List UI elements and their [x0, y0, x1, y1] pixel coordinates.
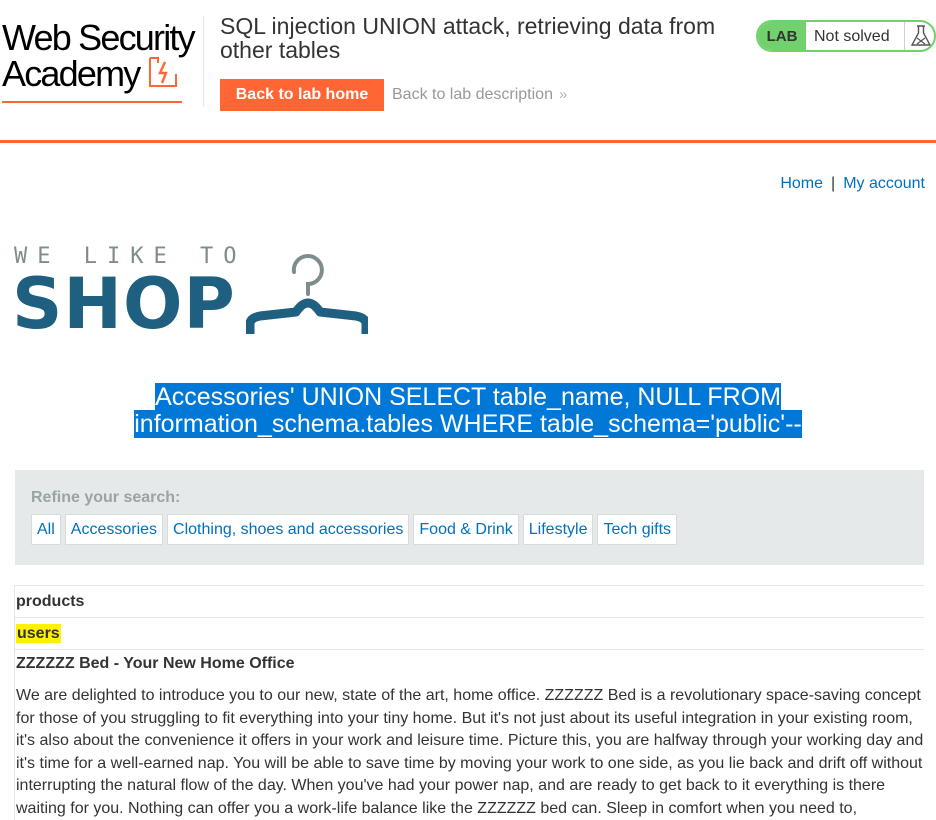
- academy-header: Web Security Academy SQL injection UNION…: [0, 0, 936, 143]
- search-heading-line-1: Accessories' UNION SELECT table_name, NU…: [155, 383, 781, 411]
- search-results-heading: Accessories' UNION SELECT table_name, NU…: [0, 383, 936, 438]
- filter-clothing[interactable]: Clothing, shoes and accessories: [167, 514, 410, 545]
- table-cell-highlighted: users: [16, 624, 61, 643]
- nav-separator: |: [831, 175, 836, 192]
- back-to-lab-home-button[interactable]: Back to lab home: [220, 79, 384, 111]
- shop-logo: WE LIKE TO SHOP: [12, 240, 374, 344]
- back-to-lab-description-link[interactable]: Back to lab description »: [392, 86, 567, 104]
- filter-all[interactable]: All: [31, 514, 61, 545]
- filter-accessories[interactable]: Accessories: [64, 514, 164, 545]
- lightning-bolt-icon: [149, 57, 177, 87]
- nav-home-link[interactable]: Home: [780, 175, 823, 192]
- filter-list: All Accessories Clothing, shoes and acce…: [31, 514, 678, 545]
- product-description: We are delighted to introduce you to our…: [16, 687, 924, 817]
- lab-status-tag: LAB: [758, 22, 806, 50]
- table-cell: products: [16, 593, 85, 610]
- search-heading-line-2: information_schema.tables WHERE table_sc…: [134, 410, 802, 438]
- flask-icon-cell: [904, 22, 934, 50]
- product-title: ZZZZZZ Bed - Your New Home Office: [16, 655, 295, 672]
- lab-status-widget: LAB Not solved: [756, 20, 936, 52]
- filter-tech-gifts[interactable]: Tech gifts: [597, 514, 678, 545]
- header-divider: [203, 16, 204, 106]
- flask-icon: [910, 25, 932, 46]
- refine-search-label: Refine your search:: [31, 489, 181, 506]
- double-chevron-right-icon: »: [558, 86, 568, 103]
- table-row: users: [14, 617, 924, 649]
- shop-logo-word: SHOP: [12, 263, 236, 345]
- logo-line-2: Academy: [2, 53, 141, 94]
- hanger-icon: [246, 254, 368, 334]
- table-row: products: [14, 585, 924, 617]
- web-security-academy-logo[interactable]: Web Security Academy: [2, 17, 202, 103]
- filter-food-drink[interactable]: Food & Drink: [413, 514, 519, 545]
- logo-underline: [2, 101, 182, 103]
- lab-status-text: Not solved: [814, 28, 890, 45]
- lab-title: SQL injection UNION attack, retrieving d…: [220, 13, 716, 63]
- filter-lifestyle[interactable]: Lifestyle: [522, 514, 594, 545]
- back-to-lab-description-label: Back to lab description: [392, 86, 553, 103]
- header-rule: [0, 140, 936, 143]
- top-nav: Home | My account: [780, 175, 925, 193]
- nav-my-account-link[interactable]: My account: [843, 175, 925, 192]
- filter-panel: Refine your search: All Accessories Clot…: [15, 470, 924, 565]
